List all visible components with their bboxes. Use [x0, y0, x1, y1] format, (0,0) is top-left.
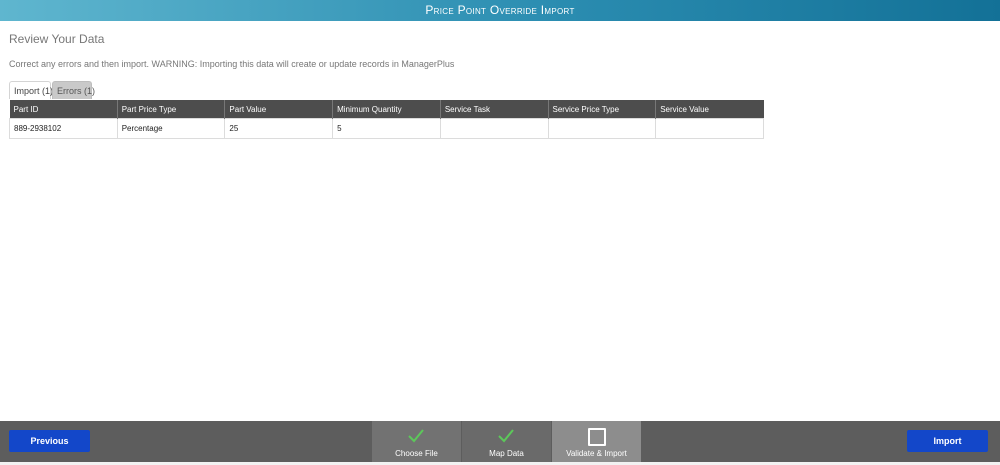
wizard-footer: Previous Choose File Map Data Validate &… — [0, 421, 1000, 465]
column-header-part-id[interactable]: Part ID — [9, 100, 118, 119]
column-header-service-value[interactable]: Service Value — [655, 100, 764, 119]
tab-errors[interactable]: Errors (1) — [52, 81, 95, 99]
step-choose-file[interactable]: Choose File — [372, 421, 461, 462]
page-title: Review Your Data — [9, 32, 105, 46]
previous-button[interactable]: Previous — [9, 430, 90, 452]
column-header-service-task[interactable]: Service Task — [440, 100, 549, 119]
cell-service-price-type[interactable] — [547, 118, 657, 139]
column-header-minimum-quantity[interactable]: Minimum Quantity — [332, 100, 441, 119]
cell-minimum-quantity[interactable]: 5 — [332, 118, 441, 139]
column-header-service-price-type[interactable]: Service Price Type — [548, 100, 657, 119]
step-label: Validate & Import — [566, 449, 627, 458]
window-title: Price Point Override Import — [0, 0, 1000, 21]
cell-part-id[interactable]: 889-2938102 — [9, 118, 118, 139]
column-header-part-value[interactable]: Part Value — [224, 100, 334, 119]
cell-part-price-type[interactable]: Percentage — [116, 118, 226, 139]
checkbox-icon — [588, 428, 606, 446]
table-row: 889-2938102 Percentage 25 5 — [9, 118, 764, 139]
cell-part-value[interactable]: 25 — [224, 118, 334, 139]
step-label: Map Data — [489, 449, 524, 458]
check-icon — [498, 429, 514, 443]
step-validate-import[interactable]: Validate & Import — [552, 421, 641, 462]
cell-service-value[interactable] — [655, 118, 764, 139]
step-map-data[interactable]: Map Data — [462, 421, 551, 462]
warning-text: Correct any errors and then import. WARN… — [9, 59, 455, 69]
check-icon — [408, 429, 424, 443]
data-table: Part ID Part Price Type Part Value Minim… — [9, 100, 764, 139]
column-header-part-price-type[interactable]: Part Price Type — [117, 100, 226, 119]
table-header-row: Part ID Part Price Type Part Value Minim… — [9, 100, 764, 119]
import-button[interactable]: Import — [907, 430, 988, 452]
tab-import[interactable]: Import (1) — [9, 81, 53, 99]
cell-service-task[interactable] — [439, 118, 549, 139]
step-label: Choose File — [395, 449, 438, 458]
